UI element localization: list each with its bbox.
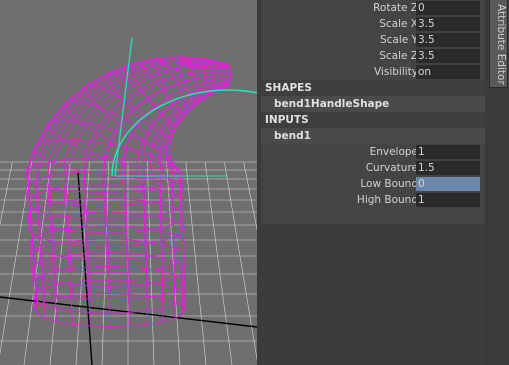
attr-row-visibility: Visibility on — [261, 64, 485, 80]
attr-label: Scale X — [379, 18, 418, 30]
tube-longitude — [35, 58, 230, 302]
attr-label: High Bound — [356, 194, 418, 206]
shape-node-header[interactable]: bend1HandleShape — [261, 96, 485, 112]
scale-z-field[interactable]: 3.5 — [416, 49, 480, 63]
attr-row-low-bound: Low Bound 0 — [261, 176, 485, 192]
low-bound-field[interactable]: 0 — [416, 177, 480, 191]
attr-row-scale-y: Scale Y 3.5 — [261, 32, 485, 48]
attr-row-scale-x: Scale X 3.5 — [261, 16, 485, 32]
attribute-editor-tab[interactable]: Attribute Editor — [489, 0, 508, 88]
tube-longitude — [165, 84, 230, 302]
shapes-section-header[interactable]: SHAPES — [261, 80, 485, 96]
attr-label: Scale Y — [379, 34, 418, 46]
grid-line — [185, 161, 207, 365]
grid-line — [0, 161, 32, 355]
attribute-editor-empty-area — [261, 224, 485, 365]
attribute-editor-panel: Rotate Z 0 Scale X 3.5 Scale Y 3.5 Scale… — [261, 0, 485, 365]
attr-row-high-bound: High Bound 1 — [261, 192, 485, 208]
attr-label: Visibility — [373, 66, 418, 78]
attr-row-rotate-z: Rotate Z 0 — [261, 0, 485, 16]
inputs-section-header[interactable]: INPUTS — [261, 112, 485, 128]
attr-row-envelope: Envelope 1 — [261, 144, 485, 160]
viewport-3d[interactable] — [0, 0, 257, 365]
attr-row-scale-z: Scale Z 3.5 — [261, 48, 485, 64]
attr-row-curvature: Curvature 1.5 — [261, 160, 485, 176]
attr-label: Low Bound — [360, 178, 418, 190]
wireframe-scene — [0, 37, 257, 365]
scale-y-field[interactable]: 3.5 — [416, 33, 480, 47]
attr-label: Curvature — [365, 162, 418, 174]
attr-label: Envelope — [369, 146, 418, 158]
envelope-field[interactable]: 1 — [416, 145, 480, 159]
grid-line — [204, 161, 233, 365]
grid-line — [243, 161, 257, 231]
input-node-header[interactable]: bend1 — [261, 128, 485, 144]
visibility-field[interactable]: on — [416, 65, 480, 79]
side-tab-strip: Attribute Editor — [488, 0, 509, 365]
attribute-editor-tab-label: Attribute Editor — [495, 4, 507, 85]
axis-line — [77, 171, 93, 365]
tube-longitude — [149, 82, 227, 322]
scale-x-field[interactable]: 3.5 — [416, 17, 480, 31]
grid-line — [146, 161, 155, 365]
rotate-z-field[interactable]: 0 — [416, 1, 480, 15]
attr-label: Scale Z — [379, 50, 418, 62]
tube-longitude — [64, 66, 231, 296]
curvature-field[interactable]: 1.5 — [416, 161, 480, 175]
tube-longitude — [47, 63, 227, 322]
grid-line — [0, 161, 13, 226]
attr-label: Rotate Z — [373, 2, 418, 14]
tube-longitude — [123, 77, 231, 295]
high-bound-field[interactable]: 1 — [416, 193, 480, 207]
grid-line — [224, 161, 257, 361]
